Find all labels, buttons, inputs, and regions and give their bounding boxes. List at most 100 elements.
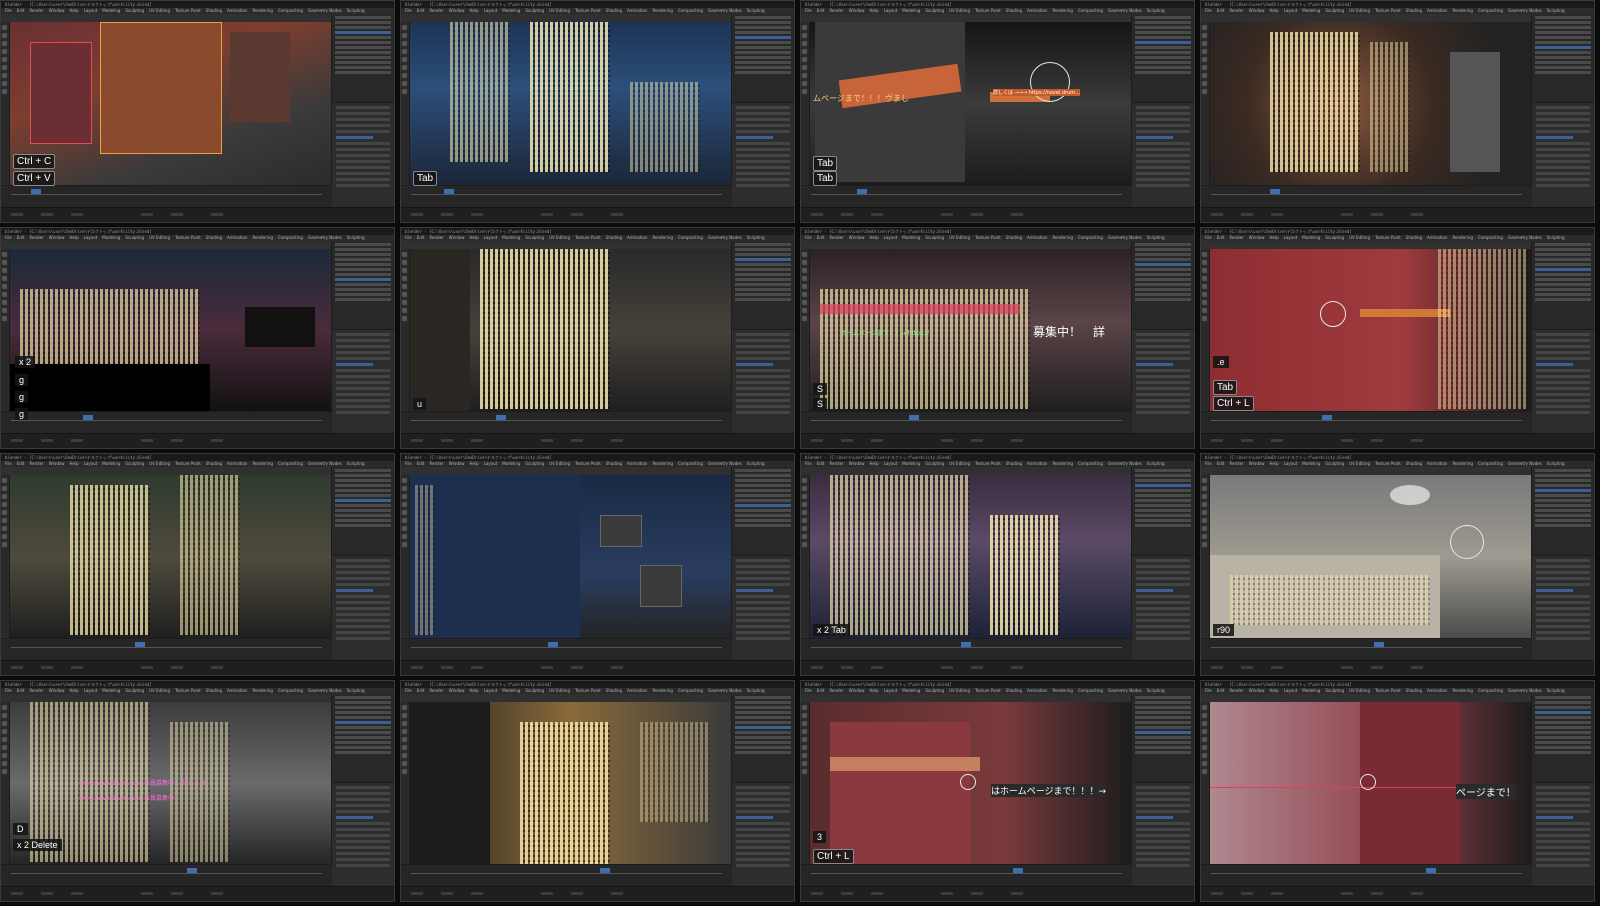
property-row[interactable] bbox=[1136, 815, 1174, 819]
tool-icon[interactable] bbox=[402, 89, 407, 94]
outliner-row[interactable] bbox=[1535, 499, 1591, 502]
menu-item[interactable]: Shading bbox=[1006, 461, 1022, 466]
tool-icon[interactable] bbox=[2, 307, 7, 313]
property-row[interactable] bbox=[1536, 332, 1590, 336]
property-row[interactable] bbox=[1536, 166, 1590, 170]
tool-icon[interactable] bbox=[1202, 49, 1207, 54]
outliner-row[interactable] bbox=[335, 297, 391, 301]
property-row[interactable] bbox=[1536, 178, 1590, 182]
tool-icon[interactable] bbox=[402, 744, 407, 750]
tool-icon[interactable] bbox=[1202, 510, 1207, 515]
menu-item[interactable]: Modeling bbox=[102, 8, 120, 13]
outliner-row[interactable] bbox=[1535, 41, 1591, 44]
outliner-row[interactable] bbox=[335, 519, 391, 522]
menu-item[interactable]: Geometry Nodes bbox=[308, 461, 342, 466]
property-row[interactable] bbox=[1536, 356, 1590, 360]
property-row[interactable] bbox=[736, 398, 790, 402]
playhead[interactable] bbox=[496, 415, 506, 420]
outliner-panel[interactable] bbox=[331, 14, 394, 103]
property-row[interactable] bbox=[336, 809, 390, 813]
property-row[interactable] bbox=[736, 154, 790, 158]
property-row[interactable] bbox=[1536, 154, 1590, 158]
outliner-row[interactable] bbox=[1535, 695, 1591, 699]
property-row[interactable] bbox=[736, 607, 790, 611]
tool-icon[interactable] bbox=[1202, 478, 1207, 483]
property-row[interactable] bbox=[736, 791, 790, 795]
menu-item[interactable]: Scripting bbox=[1147, 8, 1165, 13]
properties-panel[interactable] bbox=[1131, 781, 1194, 887]
menu-item[interactable]: Sculpting bbox=[1325, 688, 1344, 693]
property-row[interactable] bbox=[1536, 410, 1590, 414]
tool-icon[interactable] bbox=[402, 267, 407, 273]
outliner-row[interactable] bbox=[335, 51, 391, 54]
outliner-row[interactable] bbox=[1535, 715, 1591, 719]
tool-shelf[interactable] bbox=[401, 248, 410, 412]
menu-item[interactable]: Texture Paint bbox=[175, 235, 201, 240]
property-row[interactable] bbox=[736, 160, 790, 164]
property-row[interactable] bbox=[336, 350, 390, 354]
menu-item[interactable]: Geometry Nodes bbox=[708, 688, 742, 693]
tool-shelf[interactable] bbox=[401, 701, 410, 865]
menu-item[interactable]: Shading bbox=[1406, 461, 1422, 466]
property-row[interactable] bbox=[1536, 106, 1590, 110]
property-row[interactable] bbox=[736, 410, 790, 414]
timeline[interactable] bbox=[1201, 184, 1532, 208]
menu-item[interactable]: Layout bbox=[484, 688, 498, 693]
property-row[interactable] bbox=[336, 559, 390, 563]
tool-icon[interactable] bbox=[1202, 57, 1207, 62]
property-row[interactable] bbox=[1136, 803, 1190, 807]
tool-icon[interactable] bbox=[2, 736, 7, 742]
3d-viewport[interactable] bbox=[1210, 475, 1532, 639]
menu-item[interactable]: Modeling bbox=[902, 235, 920, 240]
tool-icon[interactable] bbox=[2, 534, 7, 539]
tool-icon[interactable] bbox=[2, 510, 7, 515]
tool-icon[interactable] bbox=[2, 41, 7, 46]
outliner-row[interactable] bbox=[1135, 41, 1191, 44]
properties-panel[interactable] bbox=[1531, 555, 1594, 661]
menu-item[interactable]: Sculpting bbox=[525, 688, 544, 693]
menu-item[interactable]: Window bbox=[449, 235, 465, 240]
menu-item[interactable]: Rendering bbox=[1052, 688, 1072, 693]
outliner-row[interactable] bbox=[335, 252, 391, 256]
tool-icon[interactable] bbox=[802, 534, 807, 539]
outliner-row[interactable] bbox=[1135, 710, 1191, 714]
tool-icon[interactable] bbox=[402, 315, 407, 321]
tool-icon[interactable] bbox=[1202, 518, 1207, 523]
menu-item[interactable]: Edit bbox=[817, 688, 825, 693]
properties-panel[interactable] bbox=[731, 555, 794, 661]
tool-icon[interactable] bbox=[1202, 65, 1207, 70]
tool-icon[interactable] bbox=[1202, 712, 1207, 718]
menu-item[interactable]: Layout bbox=[84, 461, 98, 466]
properties-panel[interactable] bbox=[1131, 102, 1194, 208]
tool-icon[interactable] bbox=[1202, 259, 1207, 265]
tool-icon[interactable] bbox=[402, 760, 407, 766]
outliner-row[interactable] bbox=[1135, 71, 1191, 74]
menu-item[interactable]: Texture Paint bbox=[575, 235, 601, 240]
timeline[interactable] bbox=[801, 411, 1132, 434]
outliner-panel[interactable] bbox=[1131, 693, 1194, 782]
outliner-row[interactable] bbox=[735, 267, 791, 271]
property-row[interactable] bbox=[736, 118, 790, 122]
outliner-row[interactable] bbox=[1135, 489, 1191, 492]
outliner-row[interactable] bbox=[1535, 21, 1591, 24]
outliner-row[interactable] bbox=[335, 745, 391, 749]
outliner-row[interactable] bbox=[1135, 494, 1191, 497]
playhead[interactable] bbox=[1013, 868, 1023, 873]
menu-item[interactable]: Window bbox=[49, 235, 65, 240]
menu-item[interactable]: Rendering bbox=[1452, 461, 1472, 466]
menu-item[interactable]: UV Editing bbox=[1349, 461, 1370, 466]
menu-item[interactable]: Geometry Nodes bbox=[1508, 8, 1542, 13]
menu-item[interactable]: Render bbox=[29, 8, 43, 13]
3d-viewport[interactable] bbox=[10, 475, 332, 639]
outliner-row[interactable] bbox=[335, 524, 391, 527]
tool-icon[interactable] bbox=[402, 502, 407, 507]
property-row[interactable] bbox=[336, 833, 390, 837]
3d-viewport[interactable] bbox=[810, 475, 1132, 639]
outliner-row[interactable] bbox=[335, 720, 391, 724]
tool-shelf[interactable] bbox=[1201, 248, 1210, 412]
tool-shelf[interactable] bbox=[1201, 22, 1210, 186]
tool-icon[interactable] bbox=[402, 49, 407, 54]
property-row[interactable] bbox=[1536, 148, 1590, 152]
menu-item[interactable]: Rendering bbox=[1052, 8, 1072, 13]
property-row[interactable] bbox=[336, 857, 390, 861]
